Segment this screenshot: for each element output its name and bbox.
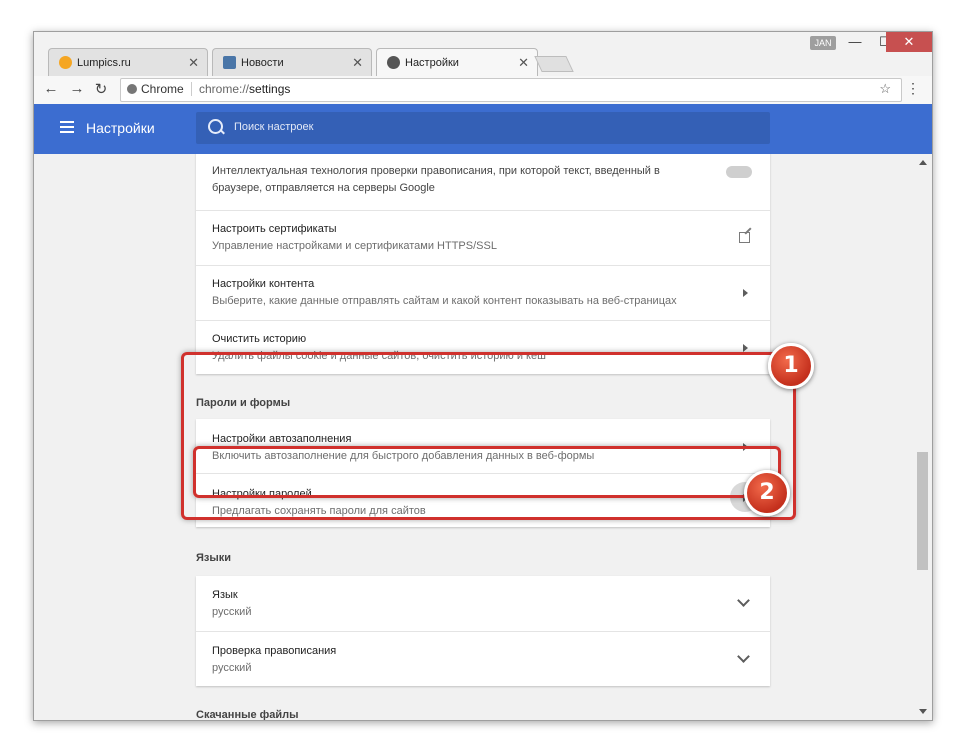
address-bar[interactable]: Chrome chrome://settings ☆ bbox=[120, 78, 902, 102]
row-title: Язык bbox=[212, 589, 238, 601]
site-chip[interactable]: Chrome bbox=[127, 82, 184, 96]
external-link-icon bbox=[739, 232, 750, 243]
chevron-down-icon bbox=[737, 594, 750, 607]
site-chip-label: Chrome bbox=[141, 82, 184, 96]
tab-label: Lumpics.ru bbox=[77, 57, 131, 69]
row-title: Интеллектуальная технология проверки пра… bbox=[212, 165, 660, 177]
new-tab-button[interactable] bbox=[534, 56, 574, 72]
back-button[interactable]: ← bbox=[42, 80, 60, 97]
page-title: Настройки bbox=[86, 120, 155, 136]
user-badge[interactable]: JAN bbox=[810, 36, 836, 50]
search-icon bbox=[208, 119, 223, 134]
tab-strip: Lumpics.ru ✕ Новости ✕ Настройки ✕ JAN —… bbox=[34, 32, 932, 76]
downloads-section-heading: Скачанные файлы bbox=[196, 709, 299, 720]
row-subtitle: Выберите, какие данные отправлять сайтам… bbox=[212, 295, 677, 307]
row-subtitle: Управление настройками и сертификатами H… bbox=[212, 240, 497, 252]
vk-favicon-icon bbox=[223, 56, 236, 69]
tab-label: Настройки bbox=[405, 57, 459, 69]
scrollbar[interactable] bbox=[914, 154, 932, 720]
row-subtitle: русский bbox=[212, 662, 252, 674]
highlight-password-settings bbox=[193, 446, 781, 498]
minimize-button[interactable]: — bbox=[840, 32, 870, 52]
reload-button[interactable]: ↻ bbox=[92, 80, 110, 98]
lumpics-favicon-icon bbox=[59, 56, 72, 69]
chrome-menu-icon[interactable]: ⋮ bbox=[906, 80, 920, 97]
tab-settings[interactable]: Настройки ✕ bbox=[376, 48, 538, 76]
row-title: Очистить историю bbox=[212, 333, 307, 345]
spellcheck-toggle[interactable] bbox=[726, 166, 752, 178]
chevron-down-icon bbox=[737, 650, 750, 663]
url-scheme: chrome:// bbox=[199, 82, 250, 96]
spellcheck-language-row[interactable]: Проверка правописания русский bbox=[196, 631, 770, 686]
privacy-card: Интеллектуальная технология проверки пра… bbox=[196, 154, 770, 374]
settings-search-input[interactable]: Поиск настроек bbox=[196, 112, 770, 144]
close-tab-icon[interactable]: ✕ bbox=[518, 55, 529, 71]
chrome-icon bbox=[127, 84, 137, 94]
tab-lumpics[interactable]: Lumpics.ru ✕ bbox=[48, 48, 208, 76]
step-badge-1: 1 bbox=[768, 343, 814, 389]
languages-card: Язык русский Проверка правописания русск… bbox=[196, 576, 770, 686]
omnibox-divider bbox=[191, 82, 192, 96]
url-path: settings bbox=[249, 82, 291, 96]
url-text: chrome://settings bbox=[199, 82, 290, 96]
arrow-right-icon bbox=[743, 289, 748, 297]
step-badge-2: 2 bbox=[744, 470, 790, 516]
spellcheck-row[interactable]: Интеллектуальная технология проверки пра… bbox=[196, 154, 770, 210]
language-row[interactable]: Язык русский bbox=[196, 576, 770, 631]
close-tab-icon[interactable]: ✕ bbox=[352, 55, 363, 71]
row-subtitle: русский bbox=[212, 606, 252, 618]
scroll-up-icon[interactable] bbox=[919, 160, 927, 165]
tab-news[interactable]: Новости ✕ bbox=[212, 48, 372, 76]
row-title: Проверка правописания bbox=[212, 645, 337, 657]
search-placeholder: Поиск настроек bbox=[234, 121, 314, 133]
scroll-down-icon[interactable] bbox=[919, 709, 927, 714]
tab-label: Новости bbox=[241, 57, 284, 69]
bookmark-star-icon[interactable]: ☆ bbox=[879, 81, 891, 97]
close-window-button[interactable]: ✕ bbox=[886, 32, 932, 52]
certificates-row[interactable]: Настроить сертификаты Управление настрой… bbox=[196, 210, 770, 265]
languages-section-heading: Языки bbox=[196, 552, 232, 564]
gear-icon bbox=[387, 56, 400, 69]
content-settings-row[interactable]: Настройки контента Выберите, какие данны… bbox=[196, 265, 770, 320]
hamburger-menu-icon[interactable] bbox=[60, 121, 74, 136]
arrow-right-icon bbox=[743, 344, 748, 352]
scrollbar-thumb[interactable] bbox=[917, 452, 928, 570]
settings-header: Настройки Поиск настроек bbox=[34, 104, 932, 154]
forward-button[interactable]: → bbox=[68, 80, 86, 97]
row-title: Настройки контента bbox=[212, 278, 315, 290]
row-title: Настроить сертификаты bbox=[212, 223, 337, 235]
row-subtitle: браузере, отправляется на серверы Google bbox=[212, 182, 435, 194]
toolbar: ← → ↻ Chrome chrome://settings ☆ ⋮ bbox=[34, 76, 932, 105]
close-tab-icon[interactable]: ✕ bbox=[188, 55, 199, 71]
